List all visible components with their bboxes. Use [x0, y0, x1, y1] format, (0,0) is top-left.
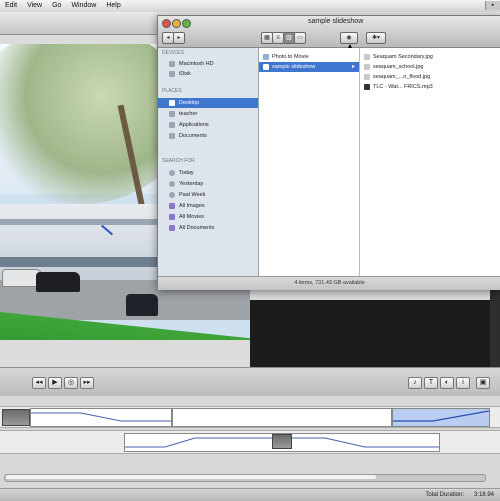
list-item[interactable]: seaquam_school.jpg: [360, 62, 500, 72]
list-item[interactable]: seaquam_...n_flood.jpg: [360, 72, 500, 82]
keyframe-curve: [31, 412, 171, 422]
menu-window[interactable]: Window: [66, 0, 101, 12]
sidebar-item-past-week[interactable]: Past Week: [158, 190, 258, 200]
audio-file-icon: [364, 84, 370, 90]
sidebar-heading-search: SEARCH FOR: [162, 158, 195, 164]
sidebar-item-applications[interactable]: Applications: [158, 120, 258, 130]
browser-column-2: Seaquam Secondary.jpg seaquam_school.jpg…: [360, 48, 500, 276]
idisk-icon: [169, 71, 175, 77]
chevron-right-icon: ▸: [351, 64, 355, 70]
rewind-icon[interactable]: ◂◂: [32, 377, 46, 389]
image-file-icon: [364, 54, 370, 60]
finder-window: sample slideshow ◂ ▸ ▦ ≡ ▥ ▭ ◉ ✱▾ DEVICE…: [157, 15, 500, 290]
sidebar-item-today[interactable]: Today: [158, 168, 258, 178]
home-icon: [169, 111, 175, 117]
smart-folder-icon: [169, 225, 175, 231]
sidebar-item-idisk[interactable]: iDisk: [158, 69, 258, 79]
desktop-icon: [169, 100, 175, 106]
menu-edit[interactable]: Edit: [0, 0, 22, 12]
action-gear-icon[interactable]: ✱▾: [366, 32, 386, 44]
status-bar: Total Duration: 3:18.94: [0, 488, 500, 501]
list-item[interactable]: TLC - Wat... FRICS.mp3: [360, 82, 500, 92]
sidebar-item-teacher[interactable]: teacher: [158, 109, 258, 119]
sidebar-heading-places: PLACES: [162, 88, 182, 94]
coverflow-icon[interactable]: ▭: [294, 32, 306, 44]
applications-icon: [169, 122, 175, 128]
forward-nav-icon[interactable]: ▸: [173, 32, 185, 44]
menu-view[interactable]: View: [22, 0, 47, 12]
inspector-panel: [250, 300, 500, 375]
folder-icon: [263, 54, 269, 60]
menu-go[interactable]: Go: [47, 0, 66, 12]
clip-thumbnail[interactable]: [2, 409, 30, 426]
smart-folder-icon: [169, 203, 175, 209]
sidebar-item-all-documents[interactable]: All Documents: [158, 223, 258, 233]
clip-thumbnail[interactable]: [272, 434, 292, 449]
clock-icon: [169, 181, 175, 187]
sidebar-item-yesterday[interactable]: Yesterday: [158, 179, 258, 189]
window-title: sample slideshow: [308, 18, 364, 25]
finder-status-bar: 4 items, 731.43 GB available: [158, 276, 500, 290]
playback-controls: ◂◂ ▶ ◎ ▸▸ ♪ T ◐ i ▣: [0, 367, 500, 397]
video-track: [0, 406, 500, 428]
text-icon[interactable]: T: [424, 377, 438, 389]
zoom-icon[interactable]: [182, 19, 191, 28]
total-duration-value: 3:18.94: [473, 492, 494, 498]
documents-icon: [169, 133, 175, 139]
finder-toolbar: sample slideshow ◂ ▸ ▦ ≡ ▥ ▭ ◉ ✱▾: [158, 16, 500, 50]
sidebar-item-all-movies[interactable]: All Movies: [158, 212, 258, 222]
forward-icon[interactable]: ▸▸: [80, 377, 94, 389]
sidebar-heading-devices: DEVICES: [162, 50, 184, 56]
clock-icon: [169, 170, 175, 176]
hard-drive-icon: [169, 61, 175, 67]
timeline-clip-selected[interactable]: [392, 408, 490, 427]
clock-icon: [169, 192, 175, 198]
audio-icon[interactable]: ♪: [408, 377, 422, 389]
keyframe-curve: [393, 410, 490, 422]
preview-car: [36, 272, 80, 292]
finder-sidebar: DEVICES Macintosh HD iDisk PLACES Deskto…: [158, 48, 259, 276]
play-icon[interactable]: ▶: [48, 377, 62, 389]
quicklook-eye-icon[interactable]: ◉: [340, 32, 358, 44]
total-duration-label: Total Duration:: [425, 492, 464, 498]
audio-track: [0, 430, 500, 454]
timeline-clip[interactable]: [30, 408, 172, 427]
timeline-clip[interactable]: [172, 408, 392, 427]
menu-help[interactable]: Help: [101, 0, 125, 12]
image-file-icon: [364, 64, 370, 70]
image-file-icon: [364, 74, 370, 80]
minimize-icon[interactable]: [172, 19, 181, 28]
sidebar-item-all-images[interactable]: All Images: [158, 201, 258, 211]
close-icon[interactable]: [162, 19, 171, 28]
sidebar-item-macintosh-hd[interactable]: Macintosh HD: [158, 59, 258, 69]
timeline[interactable]: [0, 396, 500, 488]
list-item[interactable]: sample slideshow ▸: [259, 62, 359, 72]
menu-extra-icon[interactable]: ▸: [485, 1, 500, 10]
sidebar-item-documents[interactable]: Documents: [158, 131, 258, 141]
sidebar-item-desktop[interactable]: Desktop: [158, 98, 258, 108]
smart-folder-icon: [169, 214, 175, 220]
browser-column-1: Photo to Movie sample slideshow ▸: [259, 48, 360, 276]
folder-icon: [263, 64, 269, 70]
info-icon[interactable]: i: [456, 377, 470, 389]
list-item[interactable]: Seaquam Secondary.jpg: [360, 52, 500, 62]
timeline-scroll-thumb[interactable]: [6, 475, 376, 479]
list-item[interactable]: Photo to Movie: [259, 52, 359, 62]
preview-car: [126, 294, 158, 316]
loop-icon[interactable]: ◎: [64, 377, 78, 389]
settings-icon[interactable]: ▣: [476, 377, 490, 389]
effect-icon[interactable]: ◐: [440, 377, 454, 389]
